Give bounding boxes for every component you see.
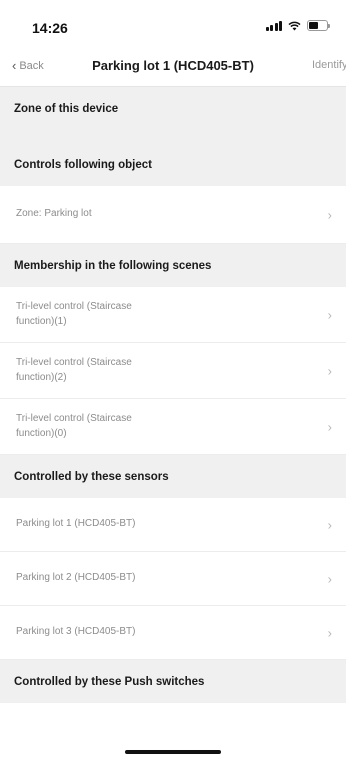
wifi-icon bbox=[288, 21, 301, 31]
list-item-sensor[interactable]: Parking lot 1 (HCD405-BT) › bbox=[0, 498, 346, 552]
chevron-right-icon: › bbox=[327, 419, 332, 434]
section-header-push-switches: Controlled by these Push switches bbox=[0, 660, 346, 703]
status-bar: 14:26 bbox=[0, 0, 346, 46]
list-item-label: Tri-level control (Staircase function)(0… bbox=[16, 413, 132, 439]
list-item-label: Tri-level control (Staircase function)(2… bbox=[16, 357, 132, 383]
identify-button[interactable]: Identify bbox=[312, 59, 346, 71]
chevron-right-icon: › bbox=[327, 517, 332, 532]
status-icons bbox=[265, 20, 330, 31]
section-header-controls: Controls following object bbox=[0, 143, 346, 186]
section-header-zone: Zone of this device bbox=[0, 87, 346, 130]
battery-icon bbox=[307, 20, 330, 31]
list-item-label: Parking lot 3 (HCD405-BT) bbox=[16, 626, 136, 638]
navigation-bar: ‹ Back Parking lot 1 (HCD405-BT) Identif… bbox=[0, 46, 346, 87]
list-item-sensor[interactable]: Parking lot 2 (HCD405-BT) › bbox=[0, 552, 346, 606]
page-title: Parking lot 1 (HCD405-BT) bbox=[92, 58, 254, 73]
section-spacer bbox=[0, 130, 346, 143]
signal-icon bbox=[265, 20, 282, 31]
list-item-scene[interactable]: Tri-level control (Staircase function)(2… bbox=[0, 343, 346, 399]
list-item-zone[interactable]: Zone: Parking lot › bbox=[0, 186, 346, 244]
list-item-scene[interactable]: Tri-level control (Staircase function)(1… bbox=[0, 287, 346, 343]
status-time: 14:26 bbox=[32, 20, 68, 36]
list-item-sensor[interactable]: Parking lot 3 (HCD405-BT) › bbox=[0, 606, 346, 660]
chevron-right-icon: › bbox=[327, 207, 332, 222]
list-item-label: Parking lot 1 (HCD405-BT) bbox=[16, 518, 136, 530]
list-item-label: Parking lot 2 (HCD405-BT) bbox=[16, 572, 136, 584]
chevron-right-icon: › bbox=[327, 363, 332, 378]
chevron-right-icon: › bbox=[327, 625, 332, 640]
chevron-right-icon: › bbox=[327, 571, 332, 586]
section-header-sensors: Controlled by these sensors bbox=[0, 455, 346, 498]
section-header-scenes: Membership in the following scenes bbox=[0, 244, 346, 287]
list-item-label: Tri-level control (Staircase function)(1… bbox=[16, 301, 132, 327]
list-item-label: Zone: Parking lot bbox=[16, 208, 92, 220]
home-indicator[interactable] bbox=[125, 750, 221, 754]
list-item-scene[interactable]: Tri-level control (Staircase function)(0… bbox=[0, 399, 346, 455]
chevron-right-icon: › bbox=[327, 307, 332, 322]
